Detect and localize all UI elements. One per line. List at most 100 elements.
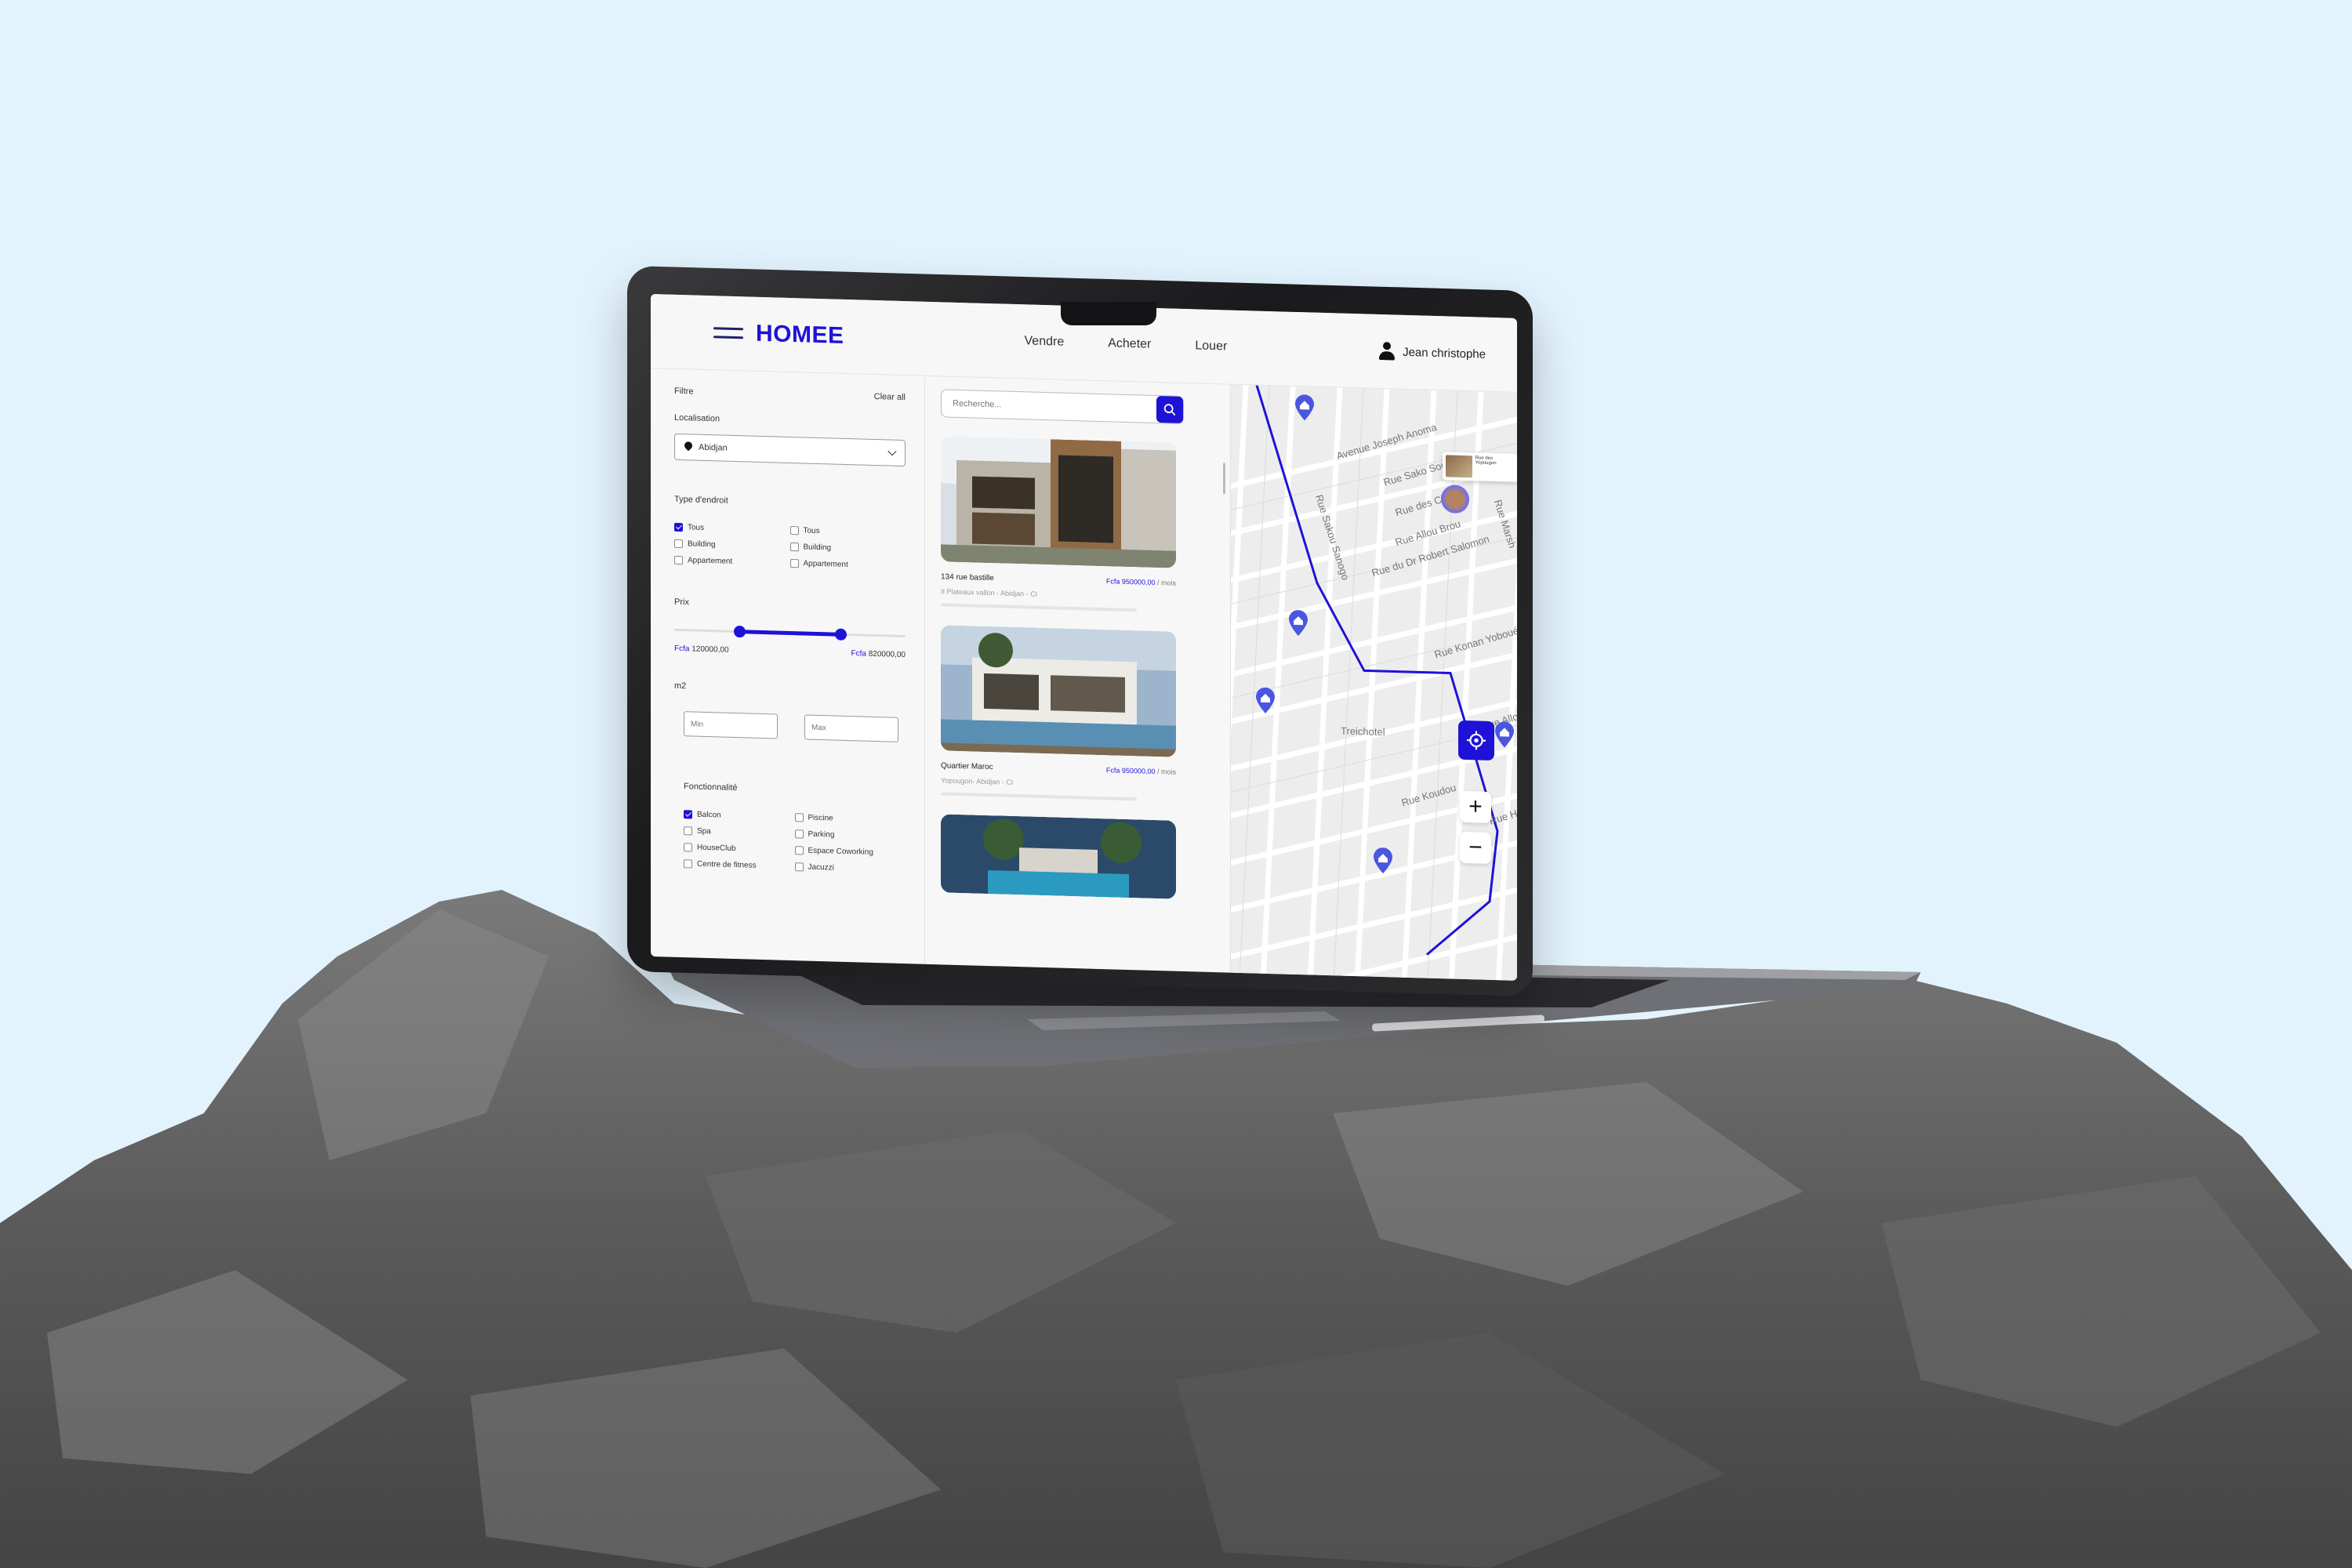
checkbox-option[interactable]: Balcon [684,810,795,822]
crosshair-icon [1467,731,1486,750]
slider-max-handle[interactable] [835,628,848,641]
property-map-pin[interactable] [1287,610,1309,637]
checkbox-option[interactable]: Tous [789,525,906,538]
checkbox-label: Piscine [808,813,833,823]
nav-link-acheter[interactable]: Acheter [1108,336,1151,352]
zoom-out-button[interactable]: − [1460,831,1491,864]
hamburger-menu-icon[interactable] [713,327,743,339]
house-pin-icon [1374,848,1392,874]
checkbox-option[interactable]: Spa [684,826,795,838]
checkbox-option[interactable]: Appartement [789,558,906,571]
location-value: Abidjan [699,442,728,453]
search-button[interactable] [1156,396,1183,423]
area-inputs [674,711,906,742]
price-min-value: 120000,00 [691,644,729,655]
price-min: Fcfa 120000,00 [674,644,729,655]
location-label: Localisation [674,412,720,424]
property-map-pin[interactable] [1254,687,1276,715]
checkbox-option[interactable]: Espace Coworking [794,846,906,858]
checkbox-checked[interactable] [674,522,683,532]
checkbox-label: Appartement [688,556,733,566]
search-icon [1163,404,1176,416]
zoom-in-button[interactable]: + [1460,790,1491,823]
nav-link-vendre[interactable]: Vendre [1025,334,1065,349]
house-pin-icon [1495,721,1514,748]
checkbox-option[interactable]: Tous [674,522,790,535]
property-photo [941,625,1176,757]
checkbox-label: Jacuzzi [808,862,834,873]
features-checkbox-group: Balcon Piscine Spa Parking HouseClub Espace C… [674,810,906,874]
price-period: / mois [1156,579,1176,587]
location-pin-icon [684,441,692,452]
checkbox-option[interactable]: Building [789,542,906,554]
checkbox-option[interactable]: Piscine [794,813,906,825]
app-logo[interactable]: HOMEE [756,321,844,350]
checkbox-unchecked[interactable] [684,843,692,852]
popup-thumbnail [1446,455,1472,478]
filter-panel: Filtre Clear all Localisation Abidjan Ty… [651,368,925,964]
house-pin-icon [1256,687,1275,713]
selected-property-marker[interactable] [1441,485,1469,514]
price-max-currency: Fcfa [851,649,866,659]
clear-all-button[interactable]: Clear all [874,392,906,402]
checkbox-unchecked[interactable] [794,862,804,872]
card-divider [941,792,1137,801]
checkbox-unchecked[interactable] [684,826,692,836]
checkbox-option[interactable]: Jacuzzi [794,862,906,874]
features-label: Fonctionnalité [684,782,738,793]
property-map-pin[interactable] [1294,394,1316,422]
checkbox-checked[interactable] [684,810,692,819]
checkbox-label: Building [803,543,832,553]
checkbox-unchecked[interactable] [794,846,804,855]
property-map-pin[interactable] [1494,721,1515,749]
checkbox-unchecked[interactable] [789,558,799,568]
slider-fill [739,630,841,637]
nav-link-louer[interactable]: Louer [1195,339,1227,354]
checkbox-label: Centre de fitness [697,859,757,870]
property-card[interactable]: 134 rue bastille Fcfa 950000,00 / mois I… [941,436,1176,612]
property-photo [941,814,1176,899]
area-min-input[interactable] [684,711,778,739]
map-popup[interactable]: Rue des Yopougon [1443,452,1517,482]
list-scrollbar[interactable] [1223,463,1225,495]
checkbox-label: Building [688,539,716,550]
checkbox-unchecked[interactable] [794,813,804,822]
checkbox-label: Tous [803,526,820,536]
slider-min-handle[interactable] [733,625,746,638]
checkbox-label: Espace Coworking [808,846,873,857]
checkbox-unchecked[interactable] [674,539,683,549]
property-map-pin[interactable] [1372,848,1394,875]
price-max: Fcfa 820000,00 [851,649,906,659]
checkbox-option[interactable]: Appartement [674,555,790,568]
checkbox-option[interactable]: Parking [794,829,906,841]
property-card[interactable] [941,814,1176,899]
price-value: 950000,00 [1121,577,1156,586]
house-pin-icon [1295,394,1314,421]
checkbox-unchecked[interactable] [684,859,692,869]
checkbox-option[interactable]: HouseClub [684,843,795,855]
type-checkbox-group: Tous Tous Building Building Appartement Appar… [674,522,906,571]
property-price: Fcfa 950000,00 / mois [1106,577,1176,587]
checkbox-unchecked[interactable] [789,542,799,552]
checkbox-unchecked[interactable] [789,525,799,535]
checkbox-label: Parking [808,829,835,840]
property-photo [941,436,1176,568]
property-card[interactable]: Quartier Maroc Fcfa 950000,00 / mois Yop… [941,625,1176,801]
locate-button[interactable] [1458,720,1494,761]
area-max-input[interactable] [804,714,898,742]
search-bar [941,389,1184,424]
checkbox-option[interactable]: Building [674,539,790,551]
checkbox-unchecked[interactable] [794,829,804,839]
checkbox-unchecked[interactable] [674,555,683,565]
location-select[interactable]: Abidjan [674,433,906,467]
camera-notch [1061,302,1156,325]
checkbox-option[interactable]: Centre de fitness [684,859,795,871]
checkbox-label: Tous [688,523,705,532]
app-screen: HOMEE Vendre Acheter Louer Jean christop… [651,294,1517,981]
price-range-slider[interactable] [674,624,906,641]
map-view[interactable]: Avenue Joseph Anoma Rue Sako Soumata Rue… [1231,384,1517,981]
search-input[interactable] [953,398,1156,415]
price-currency: Fcfa [1105,577,1120,586]
nav-links: Vendre Acheter Louer [1025,334,1228,354]
user-menu[interactable]: Jean christophe [1379,342,1486,364]
